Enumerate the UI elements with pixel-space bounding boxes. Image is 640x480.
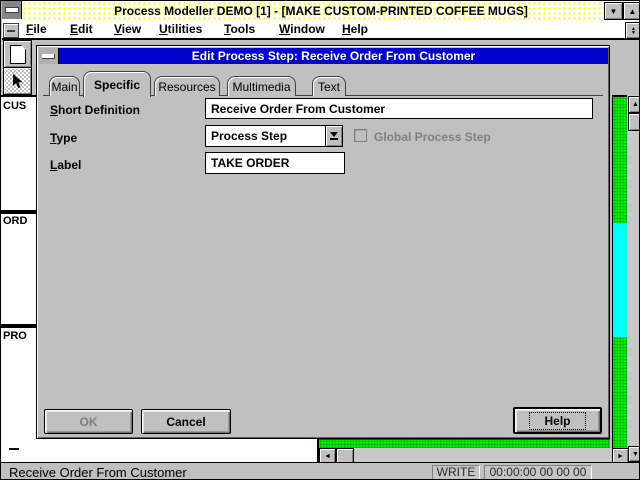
dialog-minus-icon — [42, 54, 55, 59]
maximize-button[interactable]: ▲ — [623, 2, 640, 20]
type-combobox-value: Process Step — [211, 129, 287, 143]
status-message: Receive Order From Customer — [9, 465, 187, 480]
pointer-arrow-icon — [11, 73, 24, 90]
short-definition-input[interactable]: Receive Order From Customer — [205, 98, 593, 119]
vertical-scroll-thumb[interactable] — [628, 113, 640, 131]
horizontal-scrollbar[interactable]: ◄ ► — [319, 448, 628, 462]
lane-label-cus: CUS — [3, 100, 26, 112]
menu-window[interactable]: Window — [279, 22, 325, 36]
lane-label-pro: PRO — [3, 330, 27, 342]
edit-process-step-dialog: Edit Process Step: Receive Order From Cu… — [36, 45, 610, 439]
system-menu-button[interactable] — [2, 1, 22, 19]
scroll-left-icon: ◄ — [324, 453, 331, 460]
minimize-button[interactable]: ▼ — [604, 2, 623, 20]
menu-utilities[interactable]: Utilities — [159, 22, 202, 36]
status-mode-badge: WRITE — [432, 465, 480, 480]
global-process-step-label: Global Process Step — [374, 130, 491, 144]
tab-specific[interactable]: Specific — [83, 71, 151, 97]
lane-color-strip — [612, 95, 627, 448]
tab-resources[interactable]: Resources — [154, 76, 220, 96]
lane-label-ord: ORD — [3, 215, 27, 227]
type-combobox[interactable]: Process Step — [205, 125, 343, 147]
menu-help[interactable]: Help — [342, 22, 368, 36]
help-button-label: Help — [530, 413, 584, 429]
menu-edit[interactable]: Edit — [70, 22, 93, 36]
canvas-dash — [9, 448, 19, 450]
global-process-step-checkbox[interactable] — [354, 129, 367, 142]
cancel-button[interactable]: Cancel — [141, 409, 231, 434]
dialog-system-menu-button[interactable] — [39, 48, 59, 64]
ok-button[interactable]: OK — [44, 409, 133, 434]
minimize-icon: ▼ — [610, 7, 618, 16]
application-window: Process Modeller DEMO [1] - [MAKE CUSTOM… — [0, 0, 640, 480]
scroll-up-button[interactable]: ▲ — [628, 96, 640, 113]
tab-main[interactable]: Main — [49, 76, 80, 96]
menu-tools[interactable]: Tools — [224, 22, 255, 36]
vertical-scrollbar[interactable]: ▲ ▼ — [628, 95, 640, 462]
new-document-icon — [10, 45, 26, 64]
menu-file[interactable]: File — [26, 22, 47, 36]
maximize-icon: ▲ — [629, 7, 637, 16]
lane-color-cyan — [613, 223, 627, 337]
tab-text[interactable]: Text — [312, 76, 346, 96]
scroll-down-button[interactable]: ▼ — [628, 446, 640, 462]
label-input[interactable]: TAKE ORDER — [205, 152, 345, 174]
dropdown-arrow-icon — [330, 132, 338, 137]
window-title: Process Modeller DEMO [1] - [MAKE CUSTOM… — [2, 4, 640, 18]
canvas-bottom-strip — [319, 439, 610, 448]
status-timer: 00:00:00 00 00 00 — [484, 465, 592, 480]
mdi-restore-button[interactable]: ▲ ▼ — [625, 22, 640, 39]
tab-multimedia[interactable]: Multimedia — [227, 76, 296, 96]
dialog-title: Edit Process Step: Receive Order From Cu… — [59, 48, 608, 64]
window-titlebar: Process Modeller DEMO [1] - [MAKE CUSTOM… — [2, 1, 640, 21]
system-menu-icon — [5, 7, 19, 13]
scroll-up-icon: ▲ — [632, 101, 639, 108]
pointer-tool-button[interactable] — [3, 67, 32, 95]
combobox-dropdown-button[interactable] — [325, 126, 342, 146]
scroll-right-icon: ► — [617, 453, 624, 460]
mdi-minus-icon — [7, 30, 15, 32]
mdi-child-system-button[interactable] — [3, 23, 19, 38]
new-diagram-button[interactable] — [3, 40, 32, 68]
dropdown-arrow-bar — [330, 138, 338, 140]
scroll-down-icon: ▼ — [632, 451, 639, 458]
type-label: Type — [50, 131, 77, 145]
label-label: Label — [50, 158, 81, 172]
status-bar: Receive Order From Customer WRITE 00:00:… — [1, 462, 640, 480]
help-button[interactable]: Help — [513, 407, 602, 434]
menu-bar: File Edit View Utilities Tools Window He… — [2, 20, 640, 40]
short-definition-label: Short Definition — [50, 103, 140, 117]
menu-view[interactable]: View — [114, 22, 141, 36]
restore-down-icon: ▼ — [631, 31, 636, 35]
